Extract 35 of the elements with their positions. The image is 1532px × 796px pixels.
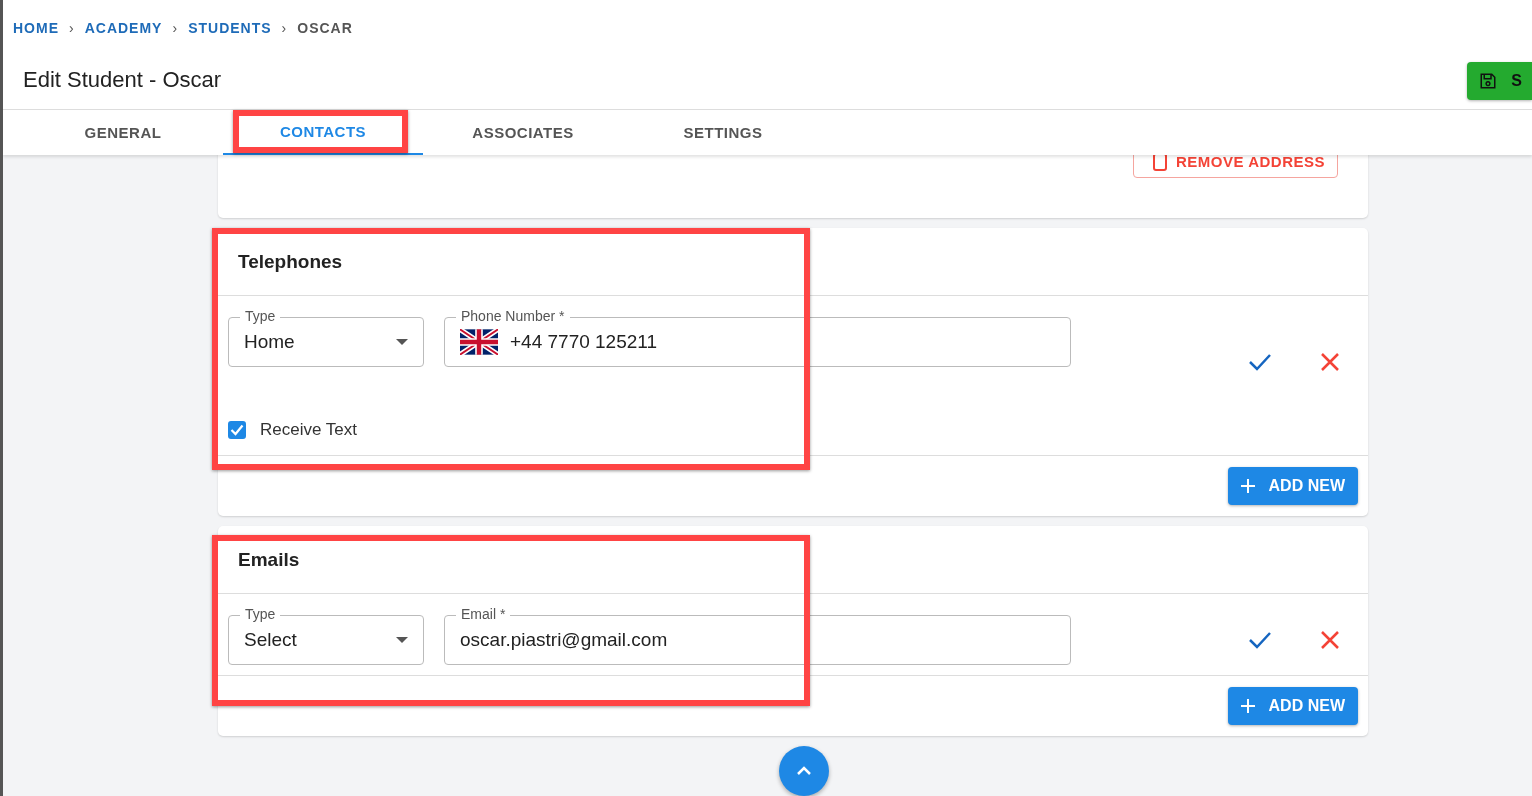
type-select[interactable]: Type Select bbox=[228, 605, 424, 665]
section-title: Telephones bbox=[218, 228, 1368, 296]
type-select[interactable]: Type Home bbox=[228, 307, 424, 367]
tab[interactable]: SETTINGS bbox=[623, 110, 823, 155]
tab[interactable]: GENERAL bbox=[23, 110, 223, 155]
close-icon[interactable] bbox=[1320, 630, 1340, 650]
save-icon bbox=[1479, 71, 1498, 90]
breadcrumb-separator: › bbox=[69, 20, 75, 36]
plus-icon bbox=[1240, 479, 1255, 493]
caret-icon bbox=[396, 339, 408, 345]
flag-icon bbox=[460, 329, 498, 355]
tab[interactable]: ASSOCIATES bbox=[423, 110, 623, 155]
scroll-top-button[interactable] bbox=[779, 746, 829, 796]
trash-icon bbox=[1152, 155, 1169, 171]
phone-number-field[interactable]: Phone Number * +44 7770 125211 bbox=[444, 307, 1071, 367]
chevron-up-icon bbox=[796, 766, 812, 776]
add-new-button[interactable]: ADD NEW bbox=[1227, 467, 1358, 505]
section-title: Emails bbox=[218, 526, 1368, 594]
email-field[interactable]: Email * oscar.piastri@gmail.com bbox=[444, 605, 1071, 665]
breadcrumb-link[interactable]: ACADEMY bbox=[84, 20, 163, 36]
close-icon[interactable] bbox=[1320, 352, 1340, 372]
page-title: Edit Student - Oscar bbox=[23, 66, 222, 93]
checkbox[interactable] bbox=[228, 421, 246, 439]
check-icon[interactable] bbox=[1248, 631, 1272, 649]
check-icon[interactable] bbox=[1248, 353, 1272, 371]
save-button[interactable]: S bbox=[1467, 61, 1532, 100]
receive-text-checkbox[interactable]: Receive Text bbox=[228, 405, 378, 455]
caret-icon bbox=[396, 637, 408, 643]
breadcrumb-link[interactable]: HOME bbox=[13, 20, 59, 36]
breadcrumb-separator: › bbox=[172, 20, 179, 36]
breadcrumb-link[interactable]: STUDENTS bbox=[188, 20, 272, 36]
remove-address-button[interactable]: REMOVE ADDRESS bbox=[1133, 155, 1338, 178]
add-new-button[interactable]: ADD NEW bbox=[1227, 687, 1358, 725]
plus-icon bbox=[1240, 699, 1255, 713]
breadcrumb-separator: › bbox=[281, 20, 288, 36]
